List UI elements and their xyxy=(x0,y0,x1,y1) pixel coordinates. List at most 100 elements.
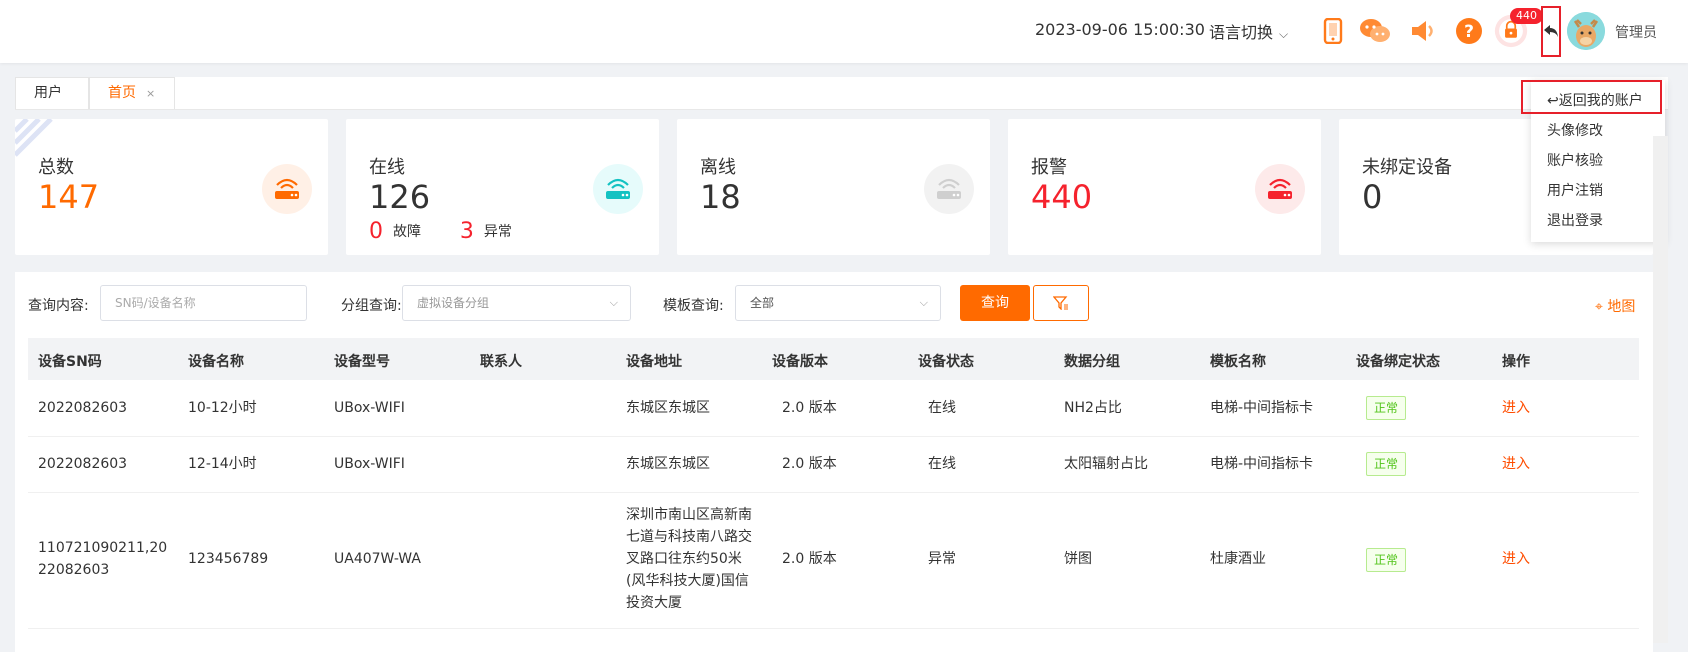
group-label: 分组查询: xyxy=(341,298,402,314)
help-icon[interactable]: ? xyxy=(1452,14,1486,48)
filter-button[interactable] xyxy=(1033,285,1089,321)
column-header: 设备状态 xyxy=(918,354,974,370)
map-label: 地图 xyxy=(1607,299,1636,315)
abnormal-count: 3 xyxy=(459,219,474,244)
menu-item-logout[interactable]: 退出登录 xyxy=(1547,210,1603,230)
cell-version: 2.0 版本 xyxy=(782,400,837,416)
abnormal-label: 异常 xyxy=(483,224,512,240)
location-pin-icon: ⌖ xyxy=(1595,299,1603,315)
router-icon xyxy=(593,164,643,214)
template-select[interactable]: 全部 ⌵ xyxy=(735,285,941,321)
column-header: 设备版本 xyxy=(772,354,828,370)
table-row: 110721090211,2022082603 123456789 UA407W… xyxy=(28,492,1639,629)
cell-model: UBox-WIFI xyxy=(334,400,405,416)
query-label: 查询内容: xyxy=(28,298,89,314)
scrollbar[interactable] xyxy=(1653,136,1668,643)
current-datetime: 2023-09-06 15:00:30 xyxy=(1035,20,1205,39)
status-badge: 正常 xyxy=(1366,452,1407,476)
column-header: 联系人 xyxy=(480,354,522,370)
enter-link[interactable]: 进入 xyxy=(1502,548,1530,570)
table-header: 设备SN码 设备名称 设备型号 联系人 设备地址 设备版本 设备状态 数据分组 … xyxy=(28,338,1639,380)
svg-text:?: ? xyxy=(1464,22,1474,42)
cell-name: 10-12小时 xyxy=(188,400,257,416)
tab-label: 用户 xyxy=(34,85,62,101)
cell-group: 饼图 xyxy=(1064,551,1092,567)
cell-version: 2.0 版本 xyxy=(782,551,837,567)
chevron-down-icon: ⌵ xyxy=(1279,27,1289,41)
router-icon xyxy=(1255,164,1305,214)
enter-link[interactable]: 进入 xyxy=(1502,453,1530,475)
cell-name: 12-14小时 xyxy=(188,456,257,472)
column-header: 数据分组 xyxy=(1064,354,1120,370)
table-row: 2022082603 12-14小时 UBox-WIFI 东城区东城区 2.0 … xyxy=(28,436,1639,493)
cell-group: 太阳辐射占比 xyxy=(1064,456,1148,472)
search-input[interactable]: SN码/设备名称 xyxy=(100,285,307,321)
corner-stripe xyxy=(15,119,57,161)
query-button[interactable]: 查询 xyxy=(960,285,1030,321)
column-header: 模板名称 xyxy=(1210,354,1266,370)
avatar[interactable] xyxy=(1567,12,1605,50)
status-badge: 正常 xyxy=(1366,548,1407,572)
menu-item-avatar-edit[interactable]: 头像修改 xyxy=(1547,120,1603,140)
column-header: 设备绑定状态 xyxy=(1356,354,1440,370)
stat-value: 440 xyxy=(1031,178,1093,216)
cell-status: 异常 xyxy=(928,551,956,567)
cell-template: 杜康酒业 xyxy=(1210,551,1266,567)
cell-name: 123456789 xyxy=(188,551,269,567)
map-link[interactable]: ⌖ 地图 xyxy=(1595,296,1635,316)
cell-version: 2.0 版本 xyxy=(782,456,837,472)
stat-value: 126 xyxy=(369,178,431,216)
group-select-value: 虚拟设备分组 xyxy=(417,296,490,310)
group-select[interactable]: 虚拟设备分组 ⌵ xyxy=(402,285,631,321)
cell-address: 东城区东城区 xyxy=(626,400,710,416)
cell-sn: 2022082603 xyxy=(38,400,128,416)
column-header: 设备名称 xyxy=(188,354,244,370)
mobile-icon[interactable] xyxy=(1316,14,1350,48)
chevron-down-icon: ⌵ xyxy=(609,296,618,309)
stat-card-total[interactable]: 总数 147 xyxy=(15,119,328,255)
column-header: 设备SN码 xyxy=(38,354,102,370)
cell-status: 在线 xyxy=(928,456,956,472)
column-header: 设备型号 xyxy=(334,354,390,370)
tab-bar: 用户 首页 × xyxy=(15,77,1668,110)
stat-value: 147 xyxy=(38,178,100,216)
table-row: 2022082603 10-12小时 UBox-WIFI 东城区东城区 2.0 … xyxy=(28,380,1639,437)
cell-template: 电梯-中间指标卡 xyxy=(1210,456,1314,472)
return-account-highlight xyxy=(1521,80,1662,114)
stat-value: 18 xyxy=(700,178,741,216)
stat-substats: 0 故障 3 异常 xyxy=(369,219,512,244)
menu-item-user-cancel[interactable]: 用户注销 xyxy=(1547,180,1603,200)
close-icon[interactable]: × xyxy=(146,87,155,100)
stat-card-alarm[interactable]: 报警 440 xyxy=(1008,119,1321,255)
cell-model: UA407W-WA xyxy=(334,551,421,567)
cell-address: 深圳市南山区高新南七道与科技南八路交叉路口往东约50米(风华科技大厦)国信投资大… xyxy=(626,507,752,611)
wechat-icon[interactable] xyxy=(1358,14,1392,48)
speaker-icon[interactable] xyxy=(1406,14,1440,48)
filter-icon xyxy=(1053,296,1068,310)
stat-value: 0 xyxy=(1362,178,1383,216)
cell-model: UBox-WIFI xyxy=(334,456,405,472)
device-list-panel: 查询内容: SN码/设备名称 分组查询: 虚拟设备分组 ⌵ 模板查询: 全部 ⌵ 查… xyxy=(15,272,1653,652)
stat-card-offline[interactable]: 离线 18 xyxy=(677,119,990,255)
cell-sn: 110721090211,2022082603 xyxy=(38,540,168,578)
template-label: 模板查询: xyxy=(663,298,724,314)
status-badge: 正常 xyxy=(1366,396,1407,420)
tab-home[interactable]: 首页 × xyxy=(89,77,175,109)
enter-link[interactable]: 进入 xyxy=(1502,397,1530,419)
template-select-value: 全部 xyxy=(750,296,775,310)
fault-count: 0 xyxy=(369,219,383,244)
menu-item-account-verify[interactable]: 账户核验 xyxy=(1547,150,1603,170)
chevron-down-icon: ⌵ xyxy=(919,296,928,309)
fault-label: 故障 xyxy=(393,224,421,240)
username[interactable]: 管理员 xyxy=(1615,22,1657,42)
tab-users[interactable]: 用户 xyxy=(15,77,89,109)
language-switch[interactable]: 语言切换 ⌵ xyxy=(1209,19,1288,43)
return-button-highlight xyxy=(1541,6,1561,57)
cell-sn: 2022082603 xyxy=(38,456,128,472)
language-label: 语言切换 xyxy=(1209,23,1274,42)
top-bar: 2023-09-06 15:00:30 语言切换 ⌵ ? 440 管理员 xyxy=(0,0,1688,63)
cell-address: 东城区东城区 xyxy=(626,456,710,472)
column-header: 操作 xyxy=(1502,354,1530,370)
column-header: 设备地址 xyxy=(626,354,682,370)
stat-card-online[interactable]: 在线 126 0 故障 3 异常 xyxy=(346,119,659,255)
